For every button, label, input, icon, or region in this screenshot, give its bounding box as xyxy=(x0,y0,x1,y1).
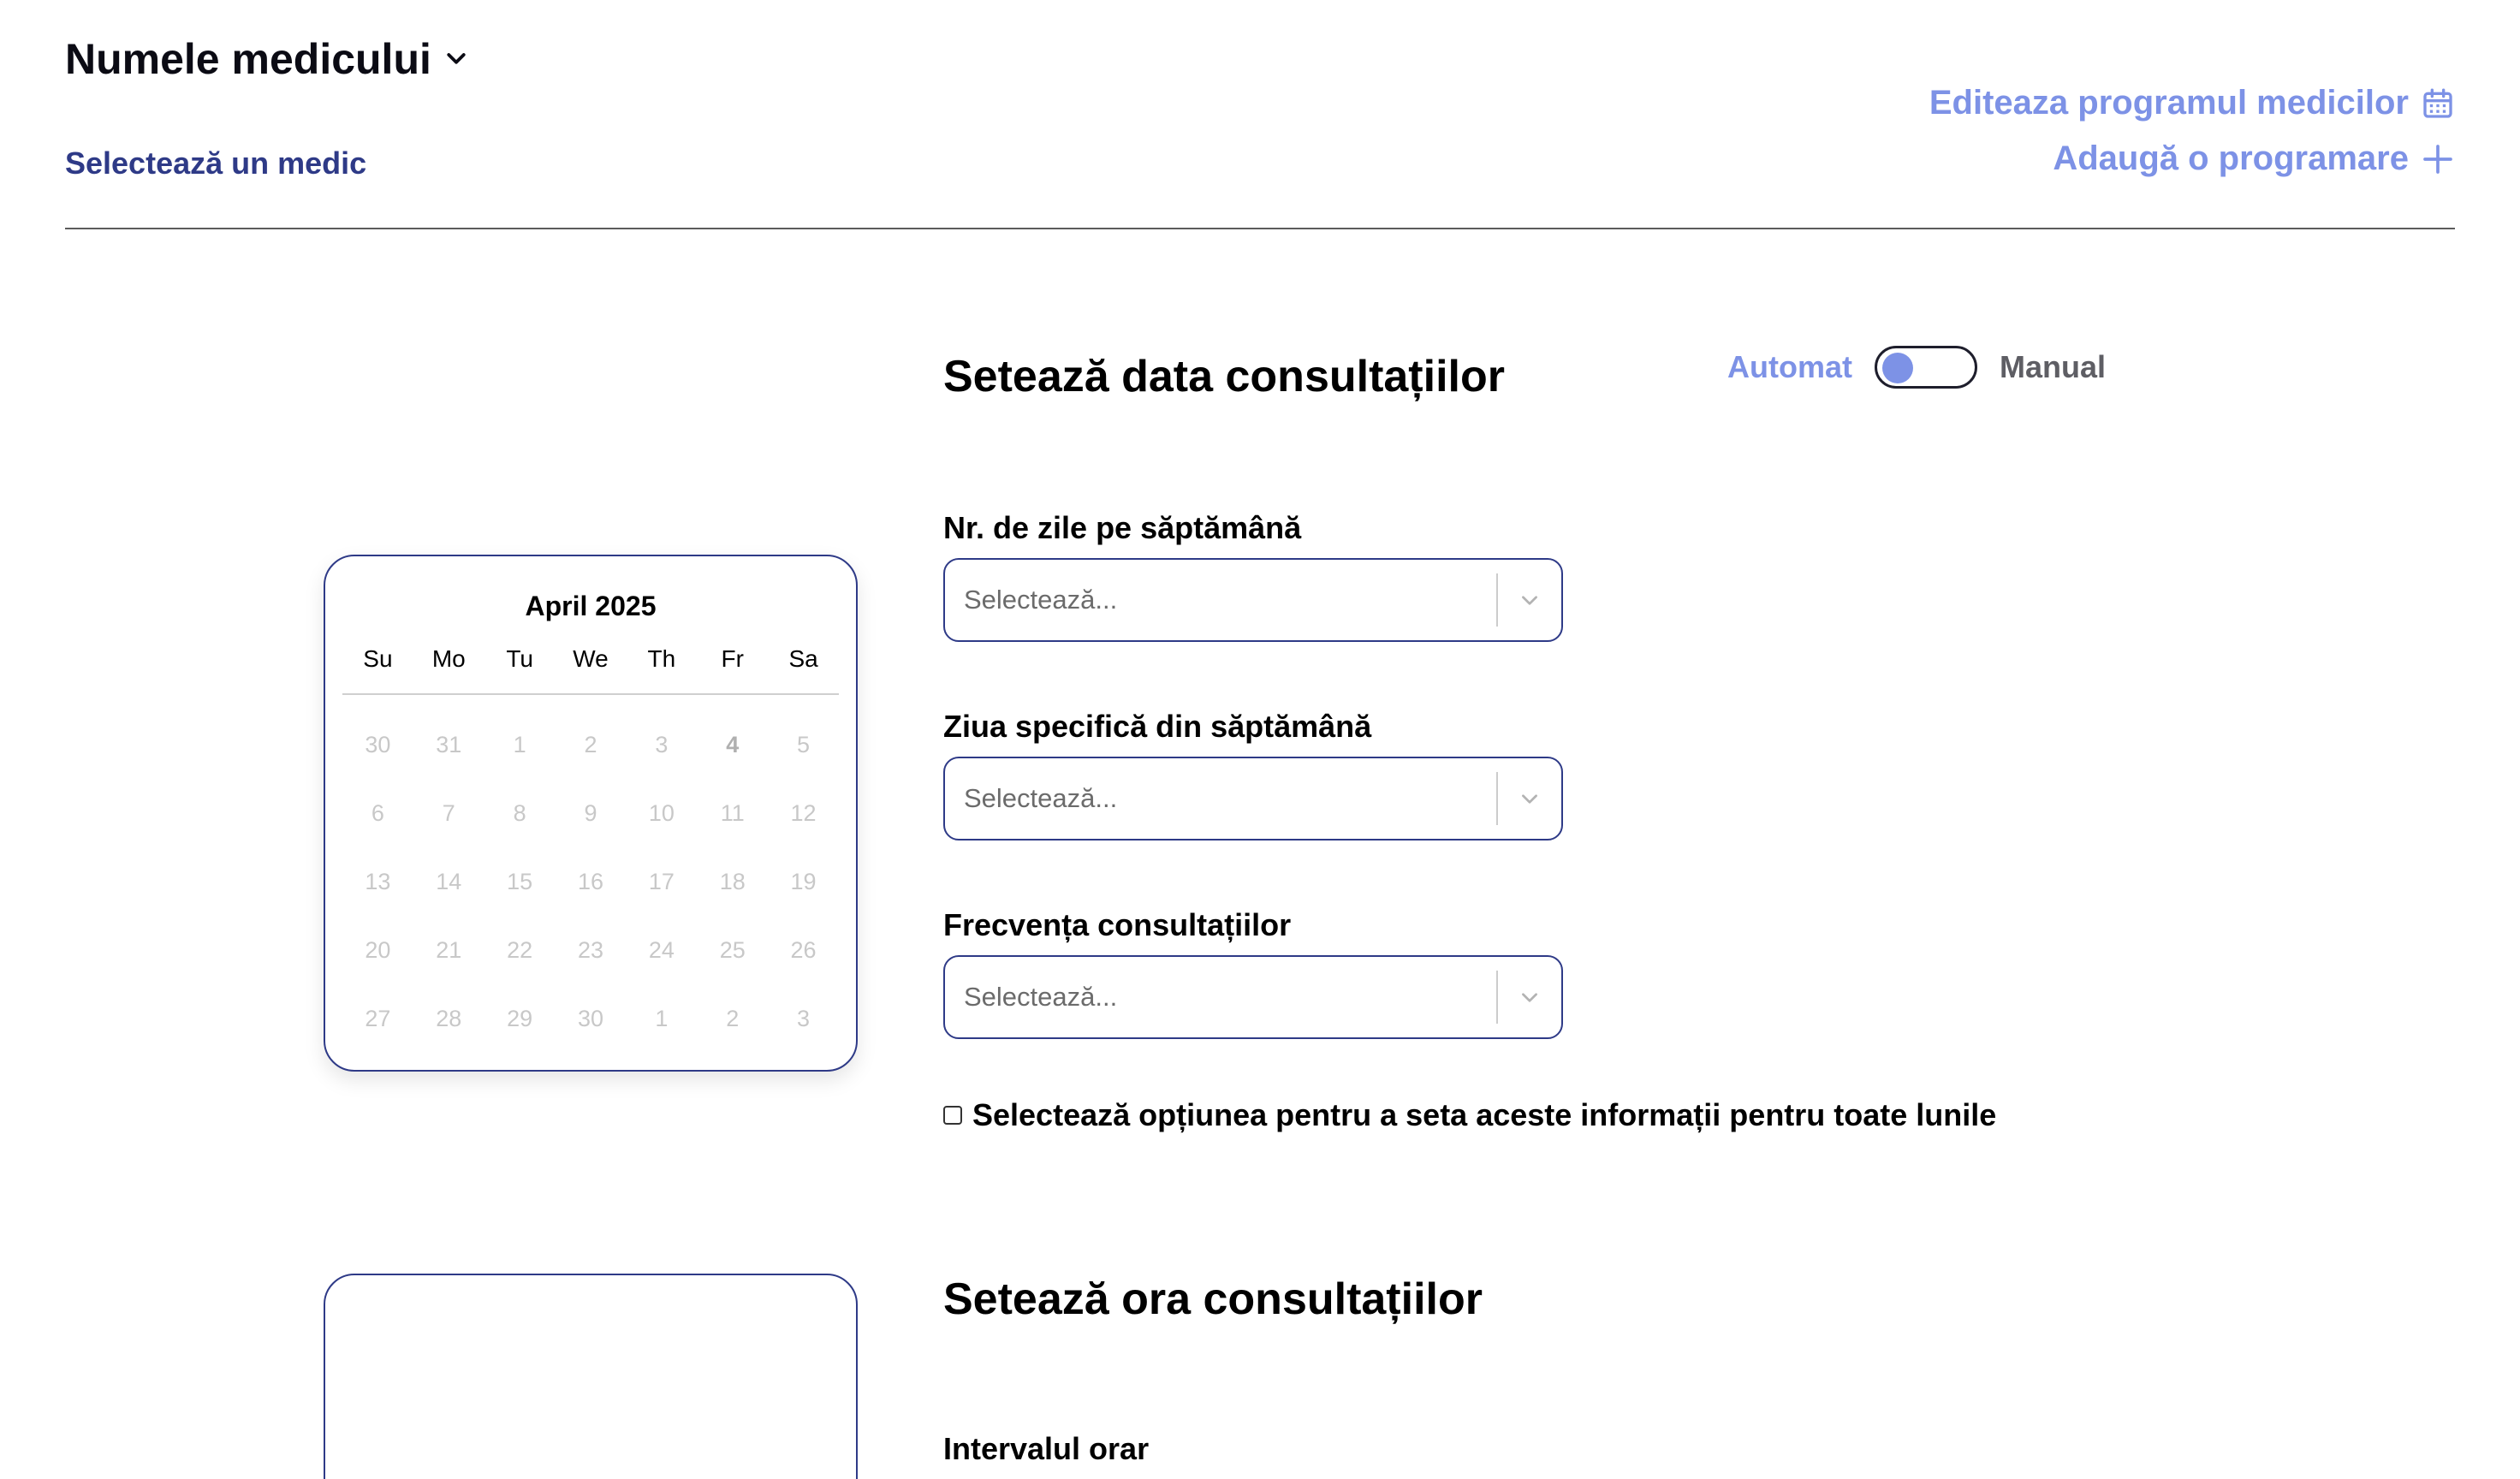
weekday-header: We xyxy=(573,645,609,672)
weekday-header: Fr xyxy=(721,645,744,672)
weekday-header: Tu xyxy=(506,645,533,672)
calendar-day[interactable]: 27 xyxy=(342,1006,413,1032)
frequency-placeholder: Selectează... xyxy=(964,982,1118,1012)
select-medic-hint: Selectează un medic xyxy=(65,146,367,181)
calendar-day[interactable]: 1 xyxy=(626,1006,697,1032)
calendar-day[interactable]: 15 xyxy=(484,869,556,895)
header-divider xyxy=(65,228,2455,229)
calendar-day[interactable]: 23 xyxy=(556,937,627,964)
calendar-day[interactable]: 2 xyxy=(697,1006,768,1032)
calendar-day[interactable]: 17 xyxy=(626,869,697,895)
calendar-icon xyxy=(2423,88,2452,118)
calendar-days-grid: 30 31 1 2 3 4 5 6 7 8 9 10 11 12 13 14 15 16 17 18 19 20 21 22 2… xyxy=(342,710,839,1053)
calendar-day[interactable]: 8 xyxy=(484,800,556,827)
calendar-widget: April 2025 Su Mo Tu We Th Fr Sa 30 31 1 2 3 4 5 6 7 8 9 1… xyxy=(324,555,858,1072)
weekday-header: Mo xyxy=(431,645,466,672)
calendar-day[interactable]: 22 xyxy=(484,937,556,964)
specific-day-select[interactable]: Selectează... xyxy=(943,757,1563,840)
weekday-header: Su xyxy=(363,645,393,672)
calendar-weekdays: Su Mo Tu We Th Fr Sa xyxy=(342,645,839,673)
calendar-day[interactable]: 7 xyxy=(413,800,484,827)
weekday-header: Sa xyxy=(788,645,818,672)
add-appointment-link[interactable]: Adaugă o programare xyxy=(2053,140,2455,178)
days-per-week-label: Nr. de zile pe săptămână xyxy=(943,510,1302,545)
calendar-day[interactable]: 18 xyxy=(697,869,768,895)
calendar-day[interactable]: 9 xyxy=(556,800,627,827)
plus-icon xyxy=(2423,144,2452,174)
doctor-dropdown[interactable]: Numele medicului xyxy=(65,34,469,84)
calendar-day[interactable]: 13 xyxy=(342,869,413,895)
frequency-select[interactable]: Selectează... xyxy=(943,955,1563,1039)
frequency-label: Frecvența consultațiilor xyxy=(943,907,1292,942)
calendar-day[interactable]: 2 xyxy=(556,732,627,758)
chevron-down-icon xyxy=(1498,589,1561,611)
doctor-dropdown-label: Numele medicului xyxy=(65,35,431,83)
calendar-day[interactable]: 24 xyxy=(626,937,697,964)
calendar-day[interactable]: 29 xyxy=(484,1006,556,1032)
calendar-day[interactable]: 30 xyxy=(556,1006,627,1032)
chevron-down-icon xyxy=(1498,787,1561,810)
edit-schedule-label: Editeaza programul medicilor xyxy=(1929,84,2409,122)
all-months-option: Selectează opțiunea pentru a seta aceste… xyxy=(943,1097,1996,1133)
calendar-day[interactable]: 6 xyxy=(342,800,413,827)
calendar-day[interactable]: 19 xyxy=(768,869,839,895)
weekday-header: Th xyxy=(647,645,676,672)
calendar-month-label: April 2025 xyxy=(525,591,657,621)
add-appointment-label: Adaugă o programare xyxy=(2053,140,2409,177)
calendar-day[interactable]: 21 xyxy=(413,937,484,964)
calendar-day[interactable]: 10 xyxy=(626,800,697,827)
edit-schedule-link[interactable]: Editeaza programul medicilor xyxy=(1929,84,2455,122)
calendar-day[interactable]: 1 xyxy=(484,732,556,758)
calendar-day[interactable]: 26 xyxy=(768,937,839,964)
page: Numele medicului Selectează un medic Edi… xyxy=(0,0,2520,1479)
calendar-day[interactable]: 4 xyxy=(697,732,768,758)
calendar-day[interactable]: 31 xyxy=(413,732,484,758)
time-preview-panel xyxy=(324,1274,858,1479)
toggle-knob xyxy=(1882,353,1913,383)
mode-toggle-group: Automat Manual xyxy=(1727,346,2106,389)
days-per-week-placeholder: Selectează... xyxy=(964,585,1118,615)
calendar-divider xyxy=(342,693,839,695)
calendar-day[interactable]: 11 xyxy=(697,800,768,827)
chevron-down-icon xyxy=(1498,986,1561,1008)
toggle-auto-label: Automat xyxy=(1727,349,1852,384)
specific-day-label: Ziua specifică din săptămână xyxy=(943,709,1372,744)
specific-day-placeholder: Selectează... xyxy=(964,783,1118,813)
calendar-day[interactable]: 3 xyxy=(768,1006,839,1032)
calendar-day[interactable]: 5 xyxy=(768,732,839,758)
toggle-manual-label: Manual xyxy=(2000,349,2107,384)
calendar-day[interactable]: 16 xyxy=(556,869,627,895)
calendar-day[interactable]: 28 xyxy=(413,1006,484,1032)
chevron-down-icon xyxy=(447,53,466,64)
calendar-day[interactable]: 30 xyxy=(342,732,413,758)
calendar-day[interactable]: 14 xyxy=(413,869,484,895)
calendar-day[interactable]: 12 xyxy=(768,800,839,827)
header-actions: Editeaza programul medicilor Adaugă o pr… xyxy=(1929,84,2455,178)
all-months-label: Selectează opțiunea pentru a seta aceste… xyxy=(972,1097,1997,1132)
time-interval-label: Intervalul orar xyxy=(943,1431,1150,1466)
date-section-title: Setează data consultațiilor xyxy=(943,352,1505,401)
calendar-day[interactable]: 20 xyxy=(342,937,413,964)
time-section-title: Setează ora consultațiilor xyxy=(943,1274,1483,1324)
all-months-checkbox[interactable] xyxy=(943,1106,962,1125)
calendar-day[interactable]: 25 xyxy=(697,937,768,964)
days-per-week-select[interactable]: Selectează... xyxy=(943,558,1563,642)
mode-toggle[interactable] xyxy=(1875,346,1977,389)
calendar-day[interactable]: 3 xyxy=(626,732,697,758)
